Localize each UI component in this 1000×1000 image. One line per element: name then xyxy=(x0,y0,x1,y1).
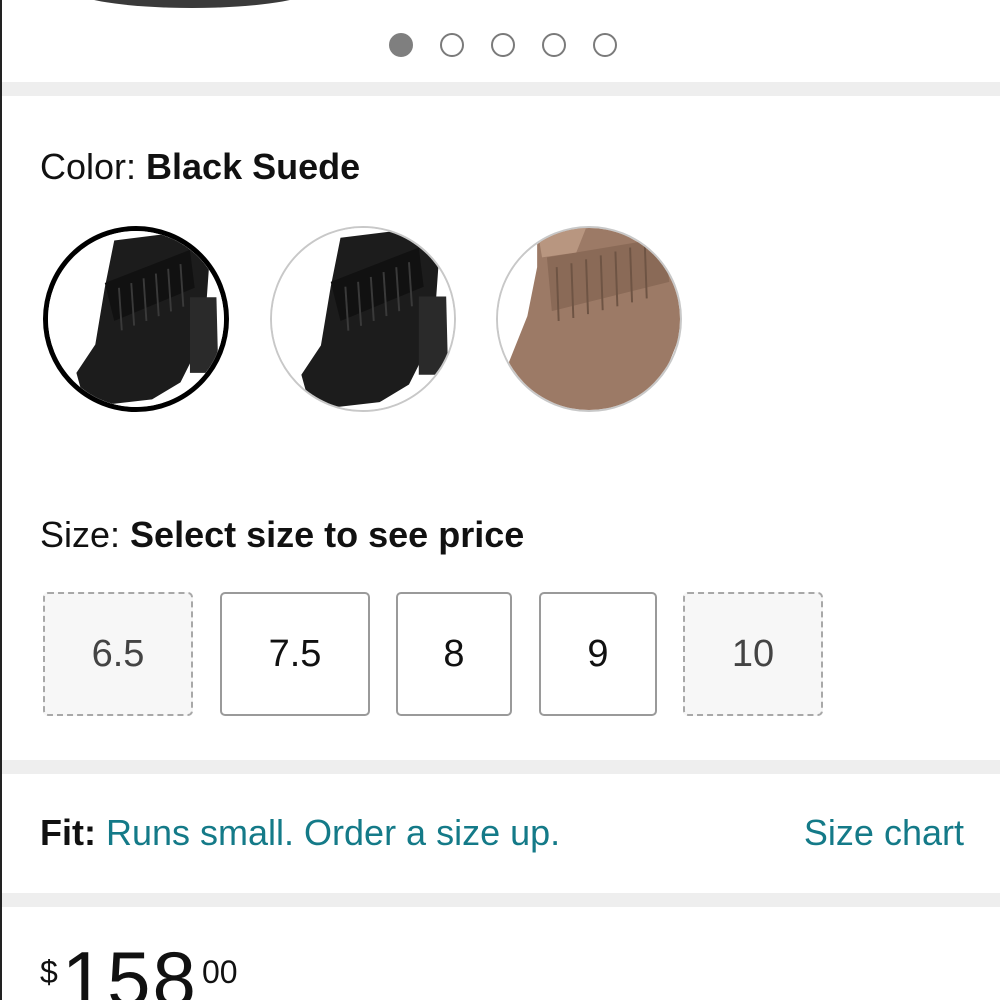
price-currency: $ xyxy=(40,954,58,990)
price-whole: 158 xyxy=(61,935,198,1000)
size-label-line: Size: Select size to see price xyxy=(40,514,524,556)
price-fraction: 00 xyxy=(201,954,238,990)
size-option-6-5[interactable]: 6.5 xyxy=(43,592,193,716)
size-option-label: 10 xyxy=(731,632,775,675)
product-detail-page: Color: Black Suede Size: Select size to … xyxy=(0,0,1000,1000)
section-divider xyxy=(2,760,1000,774)
fit-row: Fit: Runs small. Order a size up. Size c… xyxy=(40,812,964,854)
carousel-dot-1[interactable] xyxy=(389,33,413,57)
black-suede-swatch[interactable] xyxy=(43,226,229,412)
size-option-9[interactable]: 9 xyxy=(539,592,657,716)
price: $ 158 00 xyxy=(40,940,238,1000)
fit-info: Fit: Runs small. Order a size up. xyxy=(40,812,560,854)
size-option-label: 8 xyxy=(443,632,465,675)
taupe-suede-swatch[interactable] xyxy=(496,226,682,412)
size-option-label: 6.5 xyxy=(91,632,145,675)
size-label: Size: xyxy=(40,514,131,555)
section-divider xyxy=(2,82,1000,96)
size-option-10[interactable]: 10 xyxy=(683,592,823,716)
fit-recommendation-link[interactable]: Runs small. Order a size up. xyxy=(106,812,560,853)
taupe-boot-image xyxy=(498,228,680,410)
color-label: Color: xyxy=(40,146,147,187)
size-option-8[interactable]: 8 xyxy=(396,592,512,716)
black-boot-image xyxy=(48,231,224,407)
black-suede-swatch-alt[interactable] xyxy=(270,226,456,412)
selected-color-value: Black Suede xyxy=(146,146,361,187)
image-carousel-dots xyxy=(2,33,1000,59)
section-divider xyxy=(2,893,1000,907)
size-option-label: 7.5 xyxy=(268,632,322,675)
size-prompt: Select size to see price xyxy=(130,514,525,555)
size-chart-link[interactable]: Size chart xyxy=(804,812,964,854)
color-label-line: Color: Black Suede xyxy=(40,146,360,188)
black-boot-image-alt xyxy=(272,228,454,410)
carousel-dot-2[interactable] xyxy=(440,33,464,57)
size-option-label: 9 xyxy=(587,632,609,675)
product-image-fragment xyxy=(72,0,312,8)
fit-label: Fit: xyxy=(40,812,96,853)
size-option-7-5[interactable]: 7.5 xyxy=(220,592,370,716)
product-image-edge[interactable] xyxy=(2,0,1000,14)
carousel-dot-3[interactable] xyxy=(491,33,515,57)
carousel-dot-5[interactable] xyxy=(593,33,617,57)
carousel-dot-4[interactable] xyxy=(542,33,566,57)
